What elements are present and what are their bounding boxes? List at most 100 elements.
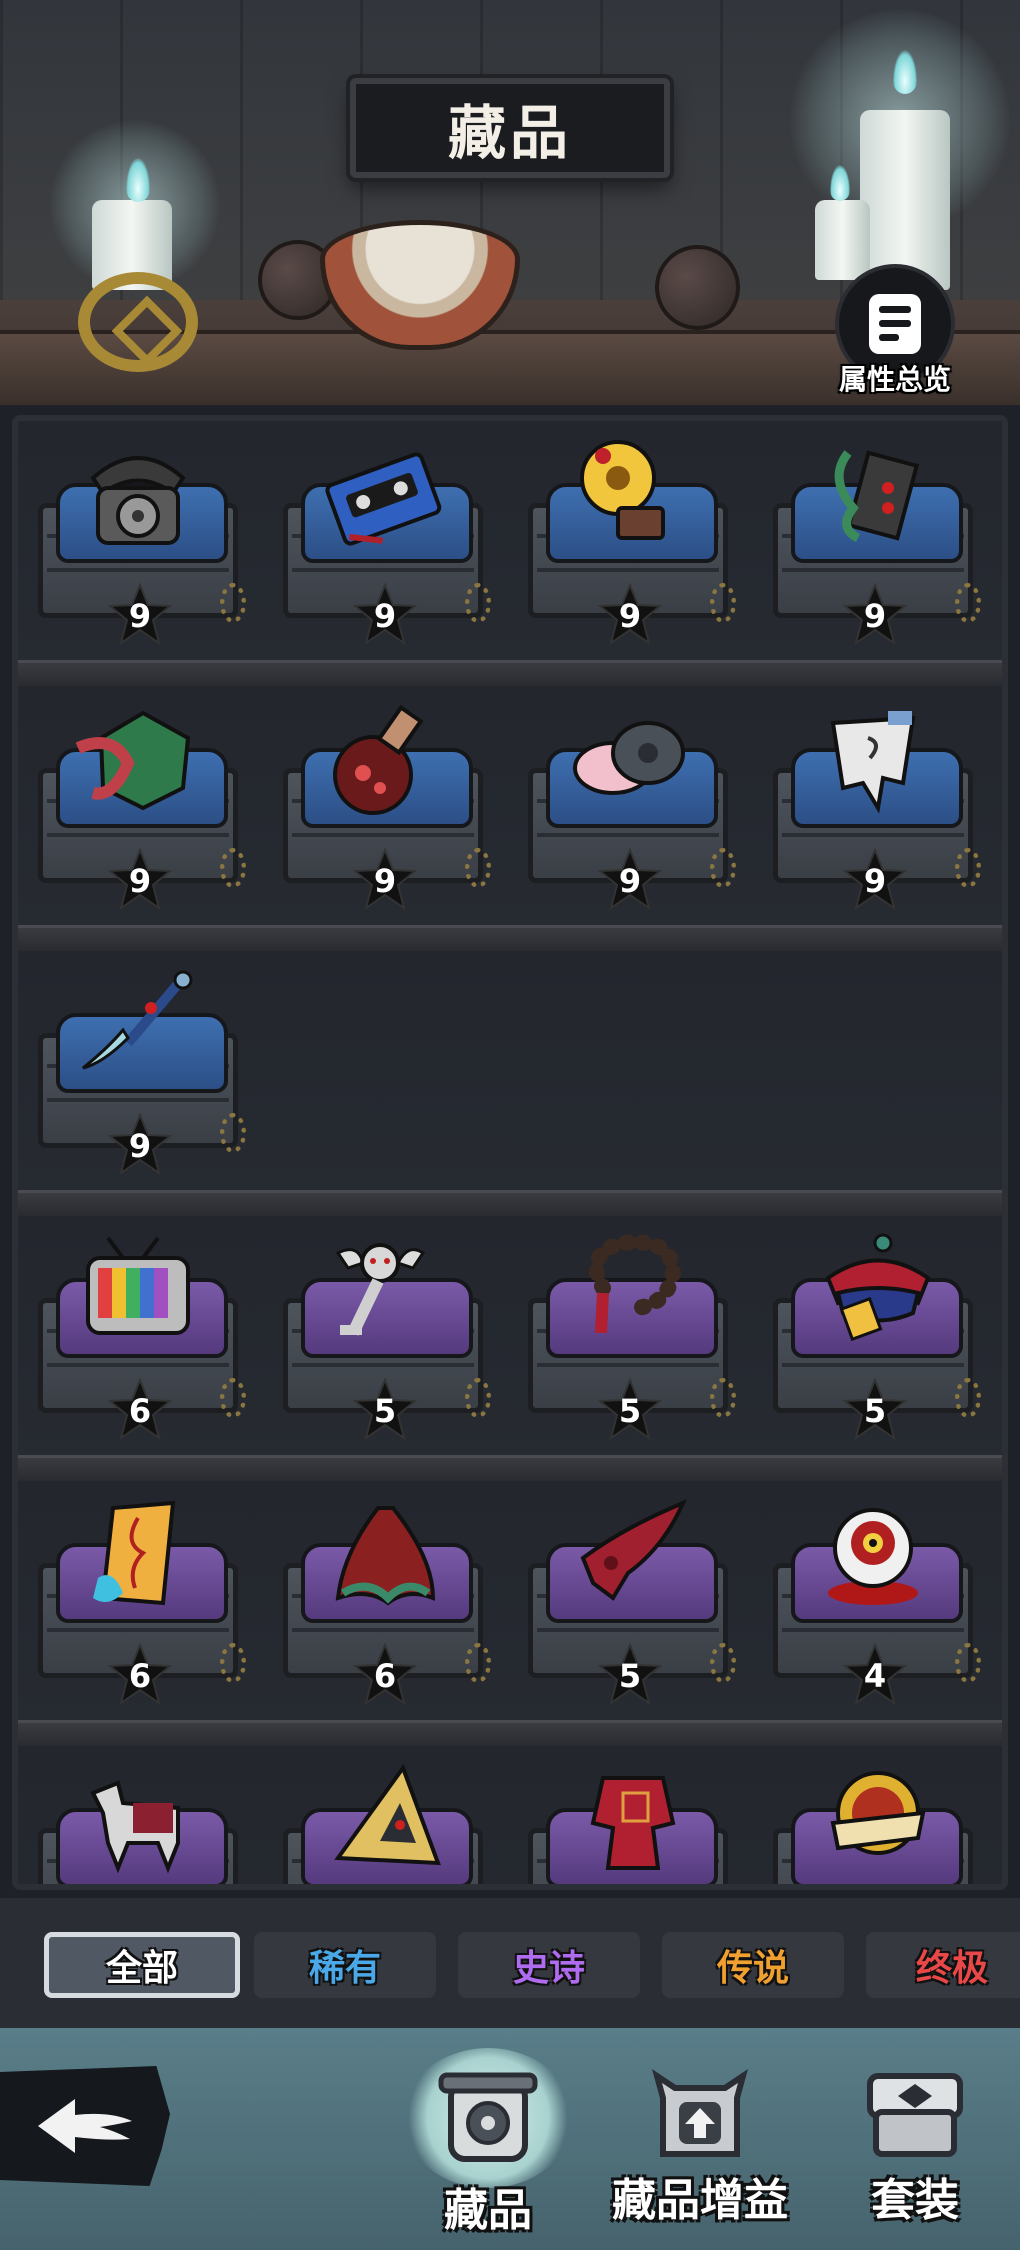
collection-slot[interactable]: 5 (518, 1493, 736, 1705)
level-star-badge: 5 (598, 1643, 662, 1705)
header-scene: 藏品 属性总览 (0, 0, 1020, 405)
calligraphy-brush-icon (73, 968, 203, 1088)
upgrade-box-icon (651, 2069, 749, 2157)
paper-horse-icon (73, 1763, 203, 1883)
collection-slot[interactable]: 9 (273, 698, 491, 910)
document-list-icon (869, 294, 921, 354)
chain-decoration (710, 848, 736, 888)
chain-decoration (220, 1643, 246, 1683)
chain-decoration (710, 1378, 736, 1418)
level-star-badge: 9 (843, 583, 907, 645)
collection-slot[interactable]: 6 (273, 1493, 491, 1705)
level-number: 9 (863, 862, 887, 900)
chain-decoration (710, 583, 736, 623)
nav-set[interactable]: 套装 (815, 2048, 1015, 2238)
collection-slot[interactable]: 9 (273, 433, 491, 645)
shelf-ledge (18, 1190, 1002, 1216)
collection-grid[interactable]: 9 9 9 9 9 9 9 9 9 6 5 5 5 6 6 5 4 (12, 415, 1008, 1890)
angel-key-icon (318, 1233, 448, 1353)
shelf-row-2: 9 9 9 9 (18, 686, 1002, 951)
collection-slot[interactable]: 9 (518, 698, 736, 910)
collection-slot[interactable] (518, 1758, 728, 1884)
level-star-badge: 9 (353, 583, 417, 645)
shelf-ledge (18, 1455, 1002, 1481)
nav-set-label: 套装 (871, 2175, 959, 2226)
red-robe-icon (563, 1763, 693, 1883)
collection-slot[interactable]: 5 (518, 1228, 736, 1440)
rarity-filter-bar: 全部 稀有 史诗 传说 终极 (0, 1898, 1020, 2028)
back-arrow-icon (38, 2099, 132, 2153)
collection-slot[interactable]: 9 (28, 963, 246, 1175)
level-star-badge: 6 (108, 1643, 172, 1705)
level-number: 9 (618, 597, 642, 635)
shelf-row-1: 9 9 9 9 (18, 421, 1002, 686)
collection-slot[interactable]: 5 (763, 1228, 981, 1440)
collection-slot[interactable]: 9 (763, 433, 981, 645)
level-number: 5 (618, 1392, 642, 1430)
level-number: 6 (373, 1657, 397, 1695)
nav-collection[interactable]: 藏品 (388, 2048, 588, 2238)
back-button[interactable] (0, 2066, 170, 2186)
level-number: 9 (618, 862, 642, 900)
nav-collection-label: 藏品 (444, 2185, 532, 2236)
chain-decoration (220, 848, 246, 888)
chain-decoration (710, 1643, 736, 1683)
tab-all[interactable]: 全部 (44, 1932, 240, 1998)
level-star-badge: 9 (108, 1113, 172, 1175)
collection-slot[interactable] (28, 1758, 238, 1884)
rotary-phone-icon (73, 438, 203, 558)
shelf-ledge (18, 660, 1002, 686)
collection-slot[interactable]: 9 (763, 698, 981, 910)
level-star-badge: 6 (353, 1643, 417, 1705)
chain-decoration (955, 848, 981, 888)
talisman-paper-icon (73, 1498, 203, 1618)
copper-coin-icon (78, 272, 198, 372)
collection-slot[interactable]: 9 (28, 433, 246, 645)
level-number: 9 (373, 862, 397, 900)
collection-slot[interactable]: 9 (518, 433, 736, 645)
gold-medal-icon (808, 1763, 938, 1883)
collection-slot[interactable]: 6 (28, 1493, 246, 1705)
powder-compact-icon (563, 703, 693, 823)
tab-legend[interactable]: 传说 (662, 1932, 844, 1998)
level-star-badge: 4 (843, 1643, 907, 1705)
level-star-badge: 5 (843, 1378, 907, 1440)
tab-epic[interactable]: 史诗 (458, 1932, 640, 1998)
chain-decoration (465, 583, 491, 623)
tab-ultimate[interactable]: 终极 (866, 1932, 1020, 1998)
candle-right-icon (860, 110, 950, 290)
level-number: 6 (128, 1392, 152, 1430)
collection-slot[interactable]: 9 (28, 698, 246, 910)
collection-slot[interactable]: 6 (28, 1228, 246, 1440)
collection-slot[interactable] (763, 1758, 973, 1884)
nav-collection-boost[interactable]: 藏品增益 (600, 2048, 800, 2238)
chain-decoration (465, 1378, 491, 1418)
level-number: 5 (863, 1392, 887, 1430)
attribute-overview-button[interactable]: 属性总览 (820, 264, 970, 400)
level-star-badge: 9 (598, 583, 662, 645)
prayer-beads-icon (563, 1233, 693, 1353)
collection-slot[interactable]: 5 (273, 1228, 491, 1440)
collection-slot[interactable]: 4 (763, 1493, 981, 1705)
level-star-badge: 9 (108, 583, 172, 645)
nav-boost-label: 藏品增益 (612, 2175, 788, 2226)
tab-rare[interactable]: 稀有 (254, 1932, 436, 1998)
triangle-ruler-icon (318, 1763, 448, 1883)
chain-decoration (220, 1378, 246, 1418)
potion-flask-icon (318, 703, 448, 823)
red-horn-icon (563, 1498, 693, 1618)
official-hat-icon (808, 1233, 938, 1353)
chain-decoration (220, 583, 246, 623)
chain-decoration (220, 1113, 246, 1153)
level-number: 4 (863, 1657, 887, 1695)
title-plate: 藏品 (350, 78, 670, 178)
level-number: 5 (618, 1657, 642, 1695)
level-number: 9 (128, 862, 152, 900)
collection-slot[interactable] (273, 1758, 483, 1884)
set-box-icon (867, 2073, 963, 2157)
fruit-right-icon (655, 245, 740, 330)
level-number: 6 (128, 1657, 152, 1695)
level-star-badge: 9 (108, 848, 172, 910)
level-number: 9 (373, 597, 397, 635)
level-number: 9 (863, 597, 887, 635)
